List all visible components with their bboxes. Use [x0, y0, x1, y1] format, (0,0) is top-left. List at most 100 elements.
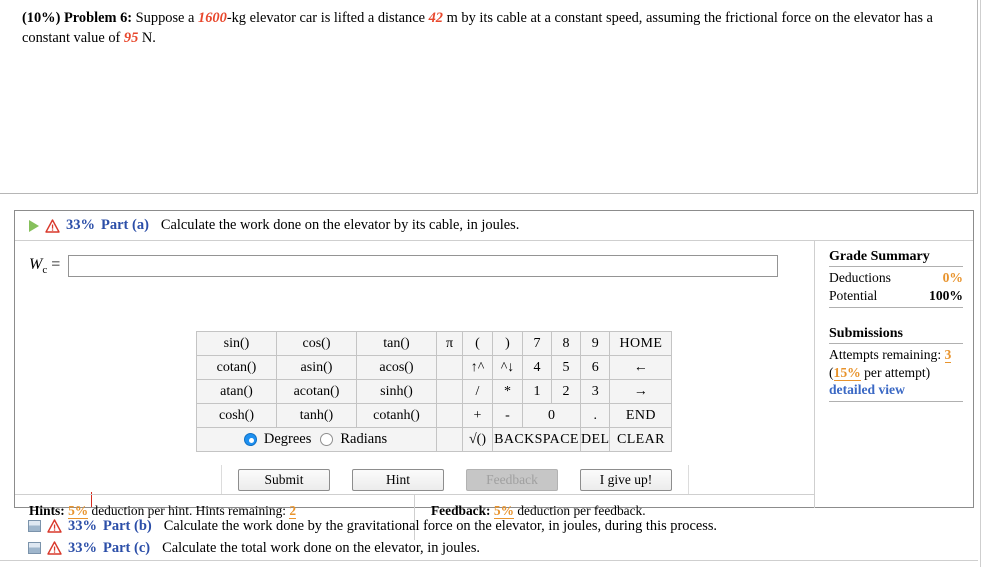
keypad-key-4[interactable]: 4	[522, 355, 552, 380]
part-a-body: Wc = sin() cos() tan() π() 7 8 9 HOME cotan() asi…	[15, 241, 973, 540]
keypad-key-atan[interactable]: atan()	[196, 379, 277, 404]
keypad-key-[interactable]: π	[436, 331, 463, 356]
per-attempt-percent: 15%	[833, 364, 861, 381]
play-triangle-icon[interactable]	[29, 219, 39, 232]
part-b-percent: 33%	[68, 517, 97, 534]
angle-mode-radio-group: Degrees Radians	[197, 431, 436, 448]
keypad-key-home: HOME	[609, 331, 673, 356]
keypad-key-9[interactable]: 9	[579, 331, 611, 356]
keypad-key-cosh[interactable]: cosh()	[196, 403, 277, 428]
collapsed-square-icon[interactable]	[28, 520, 41, 532]
answer-equals: =	[51, 255, 61, 273]
part-a-panel: 33% Part (a) Calculate the work done on …	[14, 210, 974, 540]
per-attempt-open: (	[829, 364, 834, 380]
deductions-value: 0%	[942, 270, 963, 285]
keypad-key-blank	[436, 403, 463, 428]
keypad-key-[interactable]: *	[492, 379, 523, 404]
keypad-key-[interactable]: .	[579, 403, 611, 428]
part-a-header[interactable]: 33% Part (a) Calculate the work done on …	[15, 211, 973, 241]
give-up-button[interactable]: I give up!	[580, 469, 672, 491]
answer-input[interactable]	[68, 255, 779, 277]
warning-triangle-icon	[47, 541, 62, 555]
grade-summary-panel: Grade Summary Deductions 0% Potential 10…	[815, 241, 973, 508]
potential-value: 100%	[929, 287, 963, 303]
keypad-key-sinh[interactable]: sinh()	[356, 379, 437, 404]
keypad-last-row: Degrees Radians √() BACKSPACE DEL CLEAR	[196, 427, 673, 452]
keypad-key-6[interactable]: 6	[579, 355, 611, 380]
problem-label: Problem 6:	[63, 10, 133, 26]
keypad-key-7[interactable]: 7	[522, 331, 552, 356]
part-c-row[interactable]: 33% Part (c) Calculate the total work do…	[14, 537, 974, 559]
attempts-value: 3	[944, 346, 952, 363]
submissions-title: Submissions	[829, 326, 963, 344]
keypad-row: atan() acotan() sinh() / * 1 2 3 →	[196, 379, 673, 404]
keypad-key-blank	[436, 355, 463, 380]
action-button-bar: Submit Hint Feedback I give up!	[221, 465, 689, 495]
keypad-key-[interactable]: (	[462, 331, 493, 356]
keypad-key-5[interactable]: 5	[551, 355, 581, 380]
keypad-key-asin[interactable]: asin()	[276, 355, 357, 380]
detailed-view-link[interactable]: detailed view	[829, 382, 905, 398]
keypad-key-acotan[interactable]: acotan()	[276, 379, 357, 404]
calculator-keypad: sin() cos() tan() π() 7 8 9 HOME cotan() asin() ac…	[196, 331, 673, 452]
answer-row: Wc =	[15, 241, 814, 277]
part-c-description: Calculate the total work done on the ele…	[162, 539, 481, 556]
part-c-name: Part (c)	[103, 539, 151, 556]
feedback-button: Feedback	[466, 469, 558, 491]
keypad-key-acos[interactable]: acos()	[356, 355, 437, 380]
problem-text-2: -kg elevator car is lifted a distance	[226, 10, 429, 26]
part-c-percent: 33%	[68, 539, 97, 556]
keypad-key-3[interactable]: 3	[579, 379, 611, 404]
keypad-key-tanh[interactable]: tanh()	[276, 403, 357, 428]
keypad-key-: /	[462, 379, 493, 404]
problem-statement-panel: (10%) Problem 6: Suppose a 1600-kg eleva…	[0, 0, 978, 194]
keypad-body: sin() cos() tan() π() 7 8 9 HOME cotan() asin() ac…	[196, 331, 673, 452]
degrees-radio[interactable]	[243, 433, 257, 446]
keypad-key-cotanh[interactable]: cotanh()	[356, 403, 437, 428]
part-b-row[interactable]: 33% Part (b) Calculate the work done by …	[14, 515, 974, 537]
collapsed-square-icon[interactable]	[28, 542, 41, 554]
keypad-key-clear: CLEAR	[609, 427, 673, 452]
keypad-row: cosh() tanh() cotanh() + -0. END	[196, 403, 673, 428]
degrees-label: Degrees	[263, 431, 312, 447]
problem-percent: (10%)	[22, 10, 61, 26]
keypad-key-sin[interactable]: sin()	[196, 331, 277, 356]
keypad-key-1[interactable]: 1	[522, 379, 552, 404]
keypad-key-2[interactable]: 2	[551, 379, 581, 404]
keypad-key-8[interactable]: 8	[551, 331, 581, 356]
keypad-key-: )	[492, 331, 523, 356]
part-b-name: Part (b)	[103, 517, 152, 534]
answer-variable-label: Wc =	[29, 256, 60, 276]
keypad-key-cotan[interactable]: cotan()	[196, 355, 277, 380]
keypad-key-end: END	[609, 403, 673, 428]
grade-summary-title: Grade Summary	[829, 249, 963, 267]
vertical-scrollbar[interactable]	[980, 0, 990, 567]
keypad-row: sin() cos() tan() π() 7 8 9 HOME	[196, 331, 673, 356]
keypad-row: cotan() asin() acos() ↑^ ^↓ 4 5 6 ←	[196, 355, 673, 380]
keypad-key-blank	[436, 379, 463, 404]
keypad-key-0[interactable]: 0	[522, 403, 581, 428]
keypad-key-[interactable]: √()	[462, 427, 493, 452]
per-attempt-line: (15% per attempt)	[829, 364, 963, 382]
hint-button[interactable]: Hint	[352, 469, 444, 491]
submit-button[interactable]: Submit	[238, 469, 330, 491]
radians-label: Radians	[340, 431, 388, 447]
potential-label: Potential	[829, 287, 878, 303]
page-root: (10%) Problem 6: Suppose a 1600-kg eleva…	[0, 0, 990, 567]
part-b-description: Calculate the work done by the gravitati…	[163, 517, 718, 534]
keypad-key-[interactable]: -	[492, 403, 523, 428]
problem-friction-value: 95	[123, 30, 139, 47]
keypad-key-tan[interactable]: tan()	[356, 331, 437, 356]
part-a-name: Part (a)	[101, 217, 149, 233]
grade-summary-divider	[829, 306, 963, 308]
submissions-block: Submissions Attempts remaining: 3 (15% p…	[829, 326, 963, 403]
per-attempt-close: per attempt)	[860, 364, 931, 380]
radians-radio[interactable]	[320, 433, 334, 446]
keypad-key-cos[interactable]: cos()	[276, 331, 357, 356]
keypad-key-[interactable]: +	[462, 403, 493, 428]
submissions-divider	[829, 401, 963, 403]
problem-text-4: N.	[138, 30, 156, 47]
potential-row: Potential 100%	[829, 287, 963, 305]
keypad-key-: →	[609, 379, 673, 404]
problem-text-1: Suppose a	[135, 10, 199, 26]
